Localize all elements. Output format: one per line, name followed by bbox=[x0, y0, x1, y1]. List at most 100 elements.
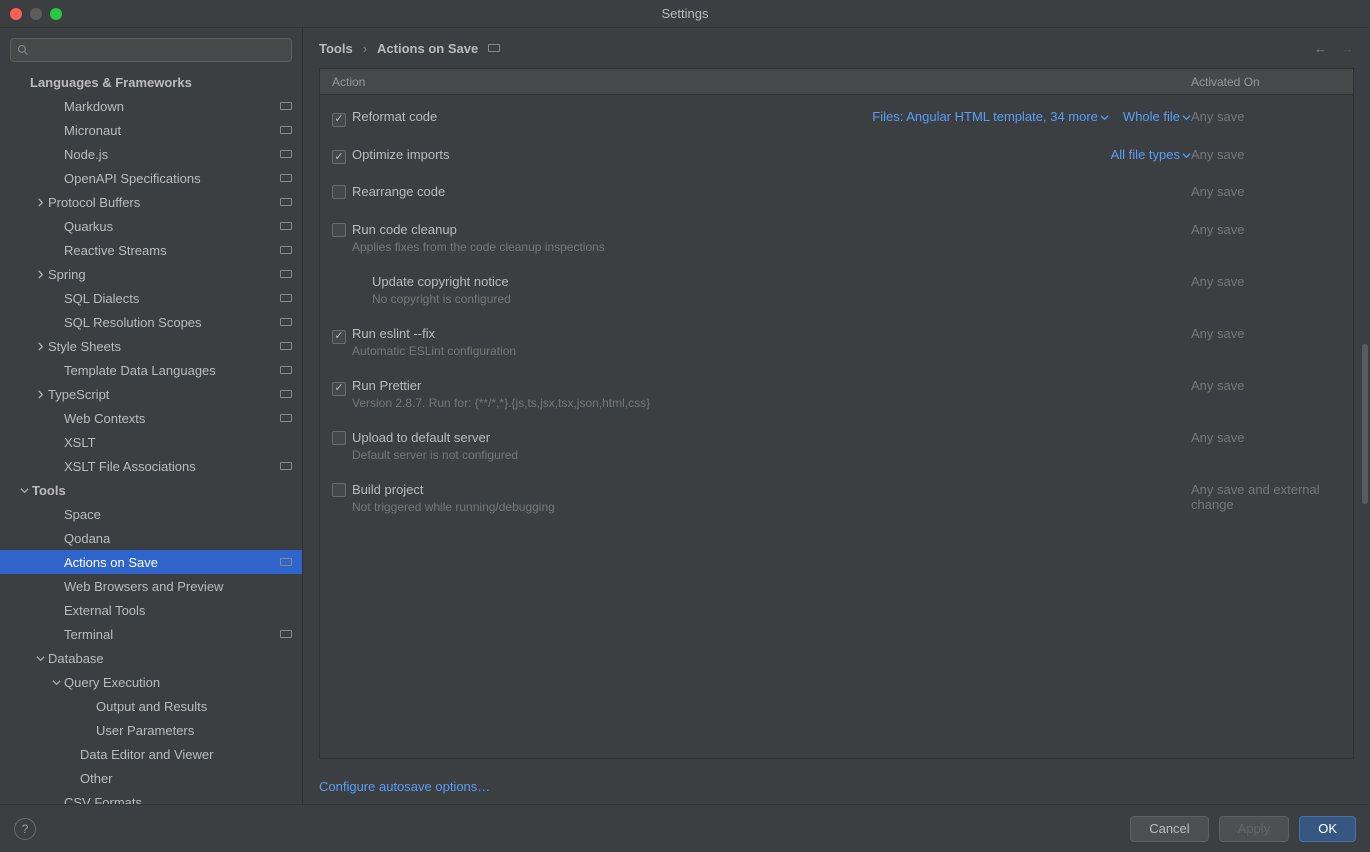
sidebar-item-openapi-specifications[interactable]: OpenAPI Specifications bbox=[0, 166, 302, 190]
maximize-window-button[interactable] bbox=[50, 8, 62, 20]
sidebar-item-space[interactable]: Space bbox=[0, 502, 302, 526]
sidebar-item-spring[interactable]: Spring bbox=[0, 262, 302, 286]
project-scope-icon bbox=[280, 102, 292, 110]
sidebar-item-node-js[interactable]: Node.js bbox=[0, 142, 302, 166]
action-checkbox[interactable] bbox=[332, 330, 346, 344]
sidebar-item-other[interactable]: Other bbox=[0, 766, 302, 790]
action-sublabel: Default server is not configured bbox=[352, 448, 851, 462]
sidebar-item-query-execution[interactable]: Query Execution bbox=[0, 670, 302, 694]
nav-forward-button[interactable]: → bbox=[1341, 41, 1354, 56]
sidebar-item-database[interactable]: Database bbox=[0, 646, 302, 670]
action-option-dropdown[interactable]: All file types bbox=[1111, 147, 1191, 162]
titlebar: Settings bbox=[0, 0, 1370, 28]
chevron-right-icon[interactable] bbox=[32, 198, 48, 207]
chevron-right-icon[interactable] bbox=[32, 342, 48, 351]
action-row: Run PrettierVersion 2.8.7. Run for: {**/… bbox=[320, 364, 1353, 416]
sidebar-item-reactive-streams[interactable]: Reactive Streams bbox=[0, 238, 302, 262]
action-checkbox[interactable] bbox=[332, 483, 346, 497]
action-row: Rearrange codeAny save bbox=[320, 170, 1353, 208]
sidebar-item-markdown[interactable]: Markdown bbox=[0, 94, 302, 118]
sidebar-item-label: Tools bbox=[32, 483, 292, 498]
breadcrumb-bar: Tools › Actions on Save ← → bbox=[303, 28, 1370, 68]
action-label: Run code cleanup bbox=[352, 222, 851, 237]
sidebar-item-typescript[interactable]: TypeScript bbox=[0, 382, 302, 406]
action-checkbox[interactable] bbox=[332, 113, 346, 127]
chevron-down-icon[interactable] bbox=[32, 654, 48, 663]
help-button[interactable]: ? bbox=[14, 818, 36, 840]
sidebar-item-xslt-file-associations[interactable]: XSLT File Associations bbox=[0, 454, 302, 478]
sidebar-item-label: User Parameters bbox=[96, 723, 292, 738]
chevron-down-icon[interactable] bbox=[16, 486, 32, 495]
project-scope-icon bbox=[280, 462, 292, 470]
action-checkbox[interactable] bbox=[332, 431, 346, 445]
action-checkbox[interactable] bbox=[332, 150, 346, 164]
action-row: Run eslint --fix Automatic ESLint configu… bbox=[320, 312, 1353, 364]
cancel-button[interactable]: Cancel bbox=[1130, 816, 1208, 842]
activated-on-label: Any save and external change bbox=[1191, 482, 1341, 512]
table-header: Action Activated On bbox=[320, 69, 1353, 95]
sidebar-item-label: Reactive Streams bbox=[64, 243, 280, 258]
action-sublabel: Automatic ESLint configuration bbox=[352, 344, 851, 358]
sidebar-item-output-and-results[interactable]: Output and Results bbox=[0, 694, 302, 718]
chevron-down-icon[interactable] bbox=[48, 678, 64, 687]
sidebar: Languages & Frameworks Markdown Micronaut… bbox=[0, 28, 303, 804]
action-row: Optimize importsAll file types Any save bbox=[320, 133, 1353, 171]
search-input[interactable] bbox=[33, 43, 285, 57]
activated-on-label: Any save bbox=[1191, 147, 1341, 162]
sidebar-item-tools[interactable]: Tools bbox=[0, 478, 302, 502]
project-scope-icon bbox=[280, 150, 292, 158]
settings-tree[interactable]: Languages & Frameworks Markdown Micronaut… bbox=[0, 70, 302, 804]
action-checkbox[interactable] bbox=[332, 382, 346, 396]
sidebar-item-qodana[interactable]: Qodana bbox=[0, 526, 302, 550]
activated-on-label: Any save bbox=[1191, 222, 1341, 237]
sidebar-item-user-parameters[interactable]: User Parameters bbox=[0, 718, 302, 742]
sidebar-item-data-editor-and-viewer[interactable]: Data Editor and Viewer bbox=[0, 742, 302, 766]
sidebar-item-xslt[interactable]: XSLT bbox=[0, 430, 302, 454]
action-checkbox[interactable] bbox=[332, 223, 346, 237]
sidebar-item-web-contexts[interactable]: Web Contexts bbox=[0, 406, 302, 430]
sidebar-item-csv-formats[interactable]: CSV Formats bbox=[0, 790, 302, 804]
sidebar-item-sql-resolution-scopes[interactable]: SQL Resolution Scopes bbox=[0, 310, 302, 334]
sidebar-item-actions-on-save[interactable]: Actions on Save bbox=[0, 550, 302, 574]
configure-autosave-link[interactable]: Configure autosave options… bbox=[319, 779, 490, 794]
sidebar-item-label: Micronaut bbox=[64, 123, 280, 138]
sidebar-item-sql-dialects[interactable]: SQL Dialects bbox=[0, 286, 302, 310]
sidebar-item-style-sheets[interactable]: Style Sheets bbox=[0, 334, 302, 358]
chevron-right-icon[interactable] bbox=[32, 390, 48, 399]
breadcrumb-current: Actions on Save bbox=[377, 41, 478, 56]
apply-button[interactable]: Apply bbox=[1219, 816, 1290, 842]
ok-button[interactable]: OK bbox=[1299, 816, 1356, 842]
action-label: Run eslint --fix bbox=[352, 326, 851, 341]
sidebar-item-label: Output and Results bbox=[96, 699, 292, 714]
sidebar-item-external-tools[interactable]: External Tools bbox=[0, 598, 302, 622]
tree-section-header[interactable]: Languages & Frameworks bbox=[0, 70, 302, 94]
sidebar-scrollbar[interactable] bbox=[1360, 64, 1370, 852]
sidebar-scrollbar-thumb[interactable] bbox=[1362, 344, 1368, 504]
sidebar-item-quarkus[interactable]: Quarkus bbox=[0, 214, 302, 238]
sidebar-item-terminal[interactable]: Terminal bbox=[0, 622, 302, 646]
project-scope-icon bbox=[280, 126, 292, 134]
action-option-dropdown[interactable]: Whole file bbox=[1123, 109, 1191, 124]
sidebar-item-protocol-buffers[interactable]: Protocol Buffers bbox=[0, 190, 302, 214]
action-option-dropdown[interactable]: Files: Angular HTML template, 34 more bbox=[872, 109, 1109, 124]
sidebar-item-micronaut[interactable]: Micronaut bbox=[0, 118, 302, 142]
action-checkbox[interactable] bbox=[332, 185, 346, 199]
project-scope-icon bbox=[280, 390, 292, 398]
action-row: Update copyright noticeNo copyright is c… bbox=[320, 260, 1353, 312]
chevron-right-icon[interactable] bbox=[32, 270, 48, 279]
sidebar-item-label: Actions on Save bbox=[64, 555, 280, 570]
search-input-wrap[interactable] bbox=[10, 38, 292, 62]
project-scope-icon bbox=[280, 366, 292, 374]
sidebar-item-label: CSV Formats bbox=[64, 795, 292, 805]
action-row: Upload to default serverDefault server i… bbox=[320, 416, 1353, 468]
sidebar-item-web-browsers-and-preview[interactable]: Web Browsers and Preview bbox=[0, 574, 302, 598]
breadcrumb-root[interactable]: Tools bbox=[319, 41, 353, 56]
sidebar-item-label: Database bbox=[48, 651, 292, 666]
close-window-button[interactable] bbox=[10, 8, 22, 20]
sidebar-item-label: Other bbox=[80, 771, 292, 786]
sidebar-item-template-data-languages[interactable]: Template Data Languages bbox=[0, 358, 302, 382]
window-title: Settings bbox=[662, 6, 709, 21]
project-scope-icon bbox=[280, 294, 292, 302]
minimize-window-button[interactable] bbox=[30, 8, 42, 20]
nav-back-button[interactable]: ← bbox=[1314, 41, 1327, 56]
